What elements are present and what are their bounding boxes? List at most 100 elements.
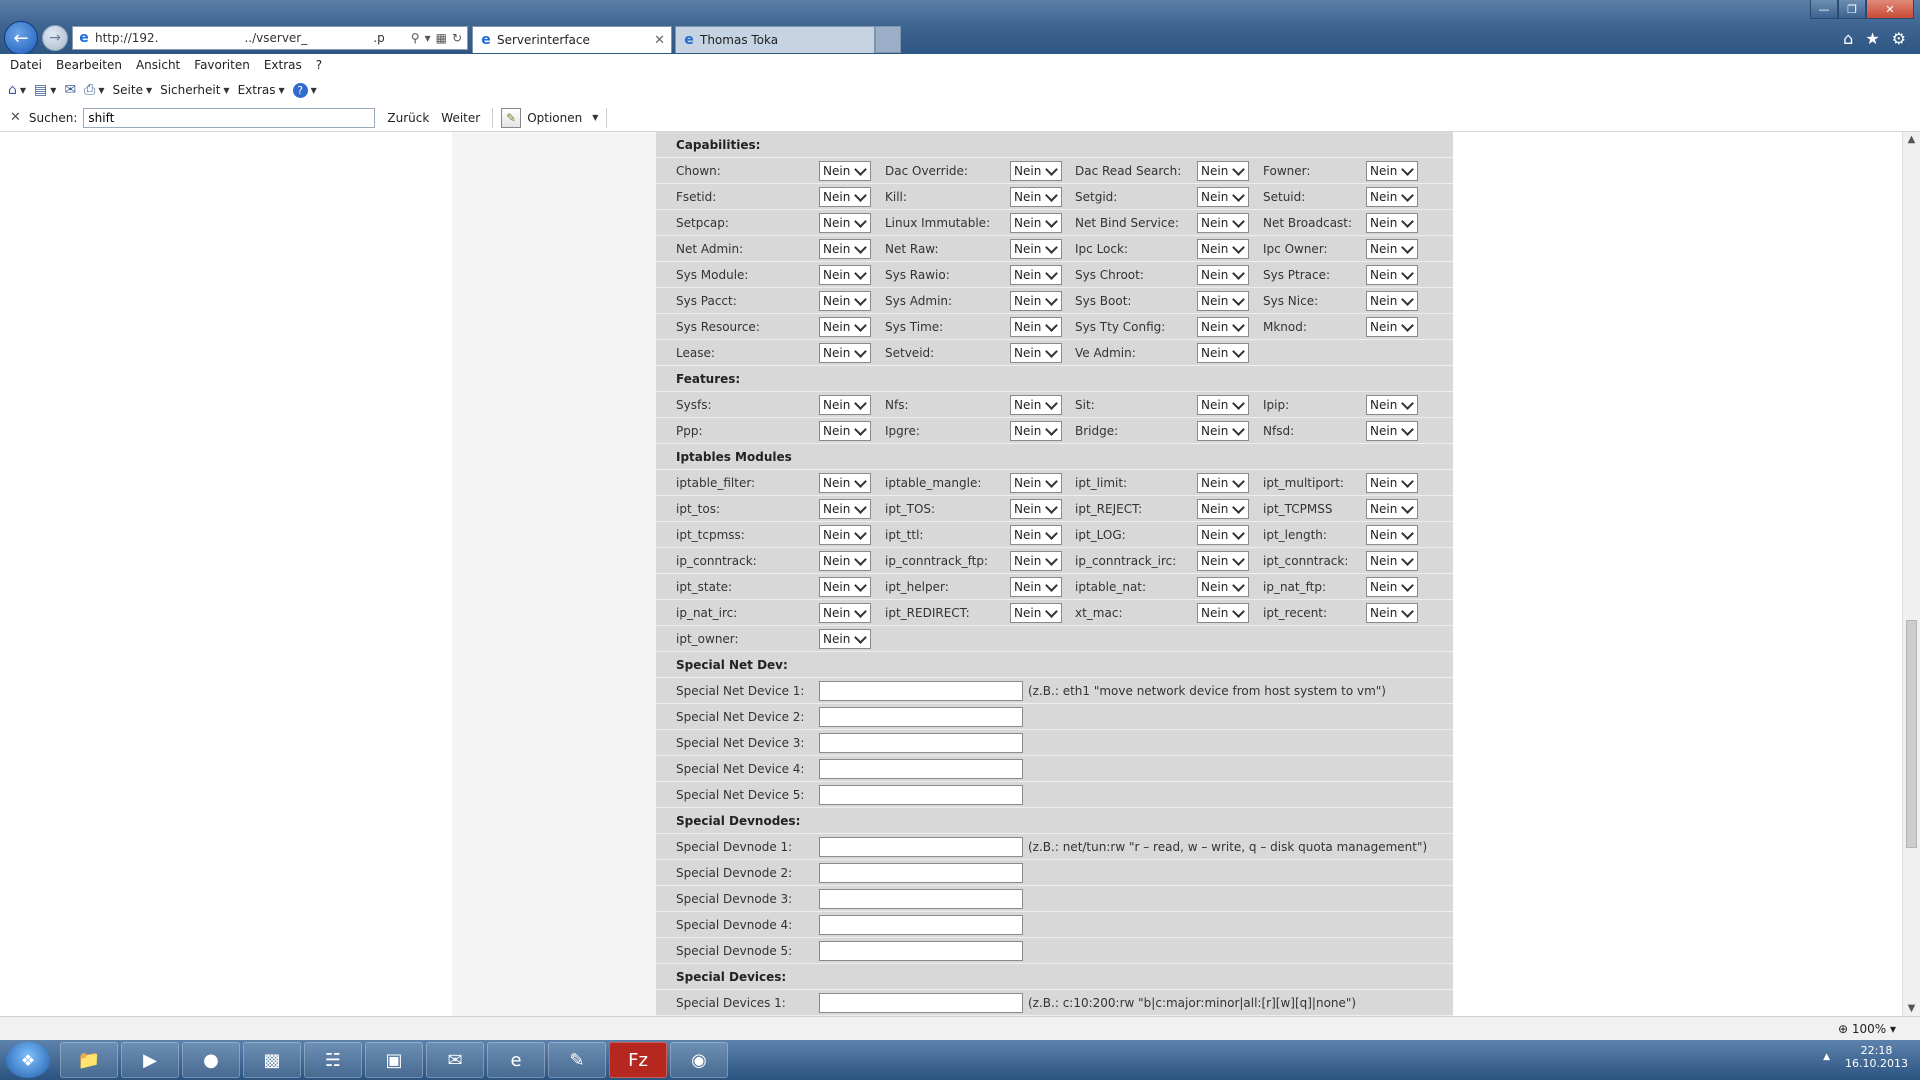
- select-ipt-tos[interactable]: Nein: [819, 499, 871, 519]
- star-icon[interactable]: ★: [1865, 29, 1879, 48]
- select-ipt-length[interactable]: Nein: [1366, 525, 1418, 545]
- home-button[interactable]: ⌂ ▼: [8, 82, 26, 98]
- input-special-net-device-4[interactable]: [819, 759, 1023, 779]
- select-ipt-owner[interactable]: Nein: [819, 629, 871, 649]
- select-ipt-recent[interactable]: Nein: [1366, 603, 1418, 623]
- select-sys-chroot[interactable]: Nein: [1197, 265, 1249, 285]
- select-ipc-lock[interactable]: Nein: [1197, 239, 1249, 259]
- select-ipt-log[interactable]: Nein: [1197, 525, 1249, 545]
- firefox-icon[interactable]: ●: [182, 1042, 240, 1078]
- select-setgid[interactable]: Nein: [1197, 187, 1249, 207]
- select-iptable-filter[interactable]: Nein: [819, 473, 871, 493]
- select-setuid[interactable]: Nein: [1366, 187, 1418, 207]
- select-xt-mac[interactable]: Nein: [1197, 603, 1249, 623]
- input-special-devnode-5[interactable]: [819, 941, 1023, 961]
- menu-item[interactable]: Favoriten: [194, 58, 250, 72]
- mail-button[interactable]: ✉: [64, 82, 76, 98]
- select-iptable-mangle[interactable]: Nein: [1010, 473, 1062, 493]
- select-net-broadcast[interactable]: Nein: [1366, 213, 1418, 233]
- tab-thomas-toka[interactable]: e Thomas Toka: [675, 26, 875, 53]
- select-setpcap[interactable]: Nein: [819, 213, 871, 233]
- select-dac-override[interactable]: Nein: [1010, 161, 1062, 181]
- chart-app-icon[interactable]: ▩: [243, 1042, 301, 1078]
- select-linux-immutable[interactable]: Nein: [1010, 213, 1062, 233]
- select-ip-nat-irc[interactable]: Nein: [819, 603, 871, 623]
- select-fowner[interactable]: Nein: [1366, 161, 1418, 181]
- notepad-icon[interactable]: ✎: [548, 1042, 606, 1078]
- internet-explorer-icon[interactable]: e: [487, 1042, 545, 1078]
- home-icon[interactable]: ⌂: [1843, 29, 1853, 48]
- close-icon[interactable]: ✕: [1866, 0, 1914, 19]
- select-ipt-tcpmss[interactable]: Nein: [1366, 499, 1418, 519]
- new-tab-button[interactable]: [875, 26, 901, 53]
- select-sys-admin[interactable]: Nein: [1010, 291, 1062, 311]
- network-tool-icon[interactable]: ☵: [304, 1042, 362, 1078]
- input-special-devices-1[interactable]: [819, 993, 1023, 1013]
- select-sys-boot[interactable]: Nein: [1197, 291, 1249, 311]
- select-nfsd[interactable]: Nein: [1366, 421, 1418, 441]
- select-ipt-conntrack[interactable]: Nein: [1366, 551, 1418, 571]
- select-sys-ptrace[interactable]: Nein: [1366, 265, 1418, 285]
- input-special-net-device-1[interactable]: [819, 681, 1023, 701]
- select-sys-tty-config[interactable]: Nein: [1197, 317, 1249, 337]
- input-special-devnode-3[interactable]: [819, 889, 1023, 909]
- explorer-folder-icon[interactable]: 📁: [60, 1042, 118, 1078]
- select-ipt-limit[interactable]: Nein: [1197, 473, 1249, 493]
- select-ipt-state[interactable]: Nein: [819, 577, 871, 597]
- help-button[interactable]: ? ▼: [292, 82, 317, 98]
- select-chown[interactable]: Nein: [819, 161, 871, 181]
- select-setveid[interactable]: Nein: [1010, 343, 1062, 363]
- select-dac-read-search[interactable]: Nein: [1197, 161, 1249, 181]
- scroll-down-icon[interactable]: ▼: [1903, 1003, 1920, 1014]
- select-lease[interactable]: Nein: [819, 343, 871, 363]
- select-bridge[interactable]: Nein: [1197, 421, 1249, 441]
- refresh-icon[interactable]: ↻: [452, 31, 462, 45]
- select-ipt-tcpmss[interactable]: Nein: [819, 525, 871, 545]
- select-net-bind-service[interactable]: Nein: [1197, 213, 1249, 233]
- menu-item[interactable]: ?: [316, 58, 322, 72]
- select-net-admin[interactable]: Nein: [819, 239, 871, 259]
- select-ppp[interactable]: Nein: [819, 421, 871, 441]
- select-sysfs[interactable]: Nein: [819, 395, 871, 415]
- back-arrow-icon[interactable]: ←: [4, 21, 38, 55]
- extras-menu-button[interactable]: Extras ▼: [238, 83, 285, 97]
- select-ipt-redirect[interactable]: Nein: [1010, 603, 1062, 623]
- select-ipip[interactable]: Nein: [1366, 395, 1418, 415]
- paint-icon[interactable]: ◉: [670, 1042, 728, 1078]
- compatibility-view-icon[interactable]: ▦: [436, 31, 447, 45]
- system-clock[interactable]: 22:18 16.10.2013: [1845, 1044, 1908, 1070]
- select-sys-pacct[interactable]: Nein: [819, 291, 871, 311]
- search-icon[interactable]: ⚲: [411, 31, 420, 45]
- scrollbar-thumb[interactable]: [1906, 620, 1917, 848]
- tab-serverinterface[interactable]: e Serverinterface ✕: [472, 26, 672, 53]
- windows-start-icon[interactable]: ❖: [6, 1042, 50, 1078]
- select-sys-resource[interactable]: Nein: [819, 317, 871, 337]
- address-bar[interactable]: e http://192. ../vserver_ .p ⚲ ▾ ▦ ↻: [72, 26, 468, 50]
- input-special-devnode-2[interactable]: [819, 863, 1023, 883]
- select-mknod[interactable]: Nein: [1366, 317, 1418, 337]
- select-ipt-reject[interactable]: Nein: [1197, 499, 1249, 519]
- select-ip-nat-ftp[interactable]: Nein: [1366, 577, 1418, 597]
- restore-icon[interactable]: ❐: [1838, 0, 1866, 19]
- vertical-scrollbar[interactable]: ▲ ▼: [1902, 132, 1920, 1016]
- print-button[interactable]: ⎙ ▼: [84, 82, 104, 98]
- find-next-button[interactable]: Weiter: [441, 111, 480, 125]
- input-special-net-device-2[interactable]: [819, 707, 1023, 727]
- select-ipc-owner[interactable]: Nein: [1366, 239, 1418, 259]
- select-sit[interactable]: Nein: [1197, 395, 1249, 415]
- close-icon[interactable]: ✕: [654, 33, 665, 48]
- select-sys-nice[interactable]: Nein: [1366, 291, 1418, 311]
- dropdown-arrow-icon[interactable]: ▾: [425, 31, 431, 45]
- select-ip-conntrack-ftp[interactable]: Nein: [1010, 551, 1062, 571]
- select-iptable-nat[interactable]: Nein: [1197, 577, 1249, 597]
- tray-expand-icon[interactable]: ▲: [1823, 1052, 1830, 1062]
- outlook-icon[interactable]: ✉: [426, 1042, 484, 1078]
- menu-item[interactable]: Ansicht: [136, 58, 180, 72]
- input-special-net-device-5[interactable]: [819, 785, 1023, 805]
- select-fsetid[interactable]: Nein: [819, 187, 871, 207]
- menu-item[interactable]: Bearbeiten: [56, 58, 122, 72]
- select-kill[interactable]: Nein: [1010, 187, 1062, 207]
- input-special-devnode-1[interactable]: [819, 837, 1023, 857]
- safety-menu-button[interactable]: Sicherheit ▼: [160, 83, 229, 97]
- filezilla-icon[interactable]: Fz: [609, 1042, 667, 1078]
